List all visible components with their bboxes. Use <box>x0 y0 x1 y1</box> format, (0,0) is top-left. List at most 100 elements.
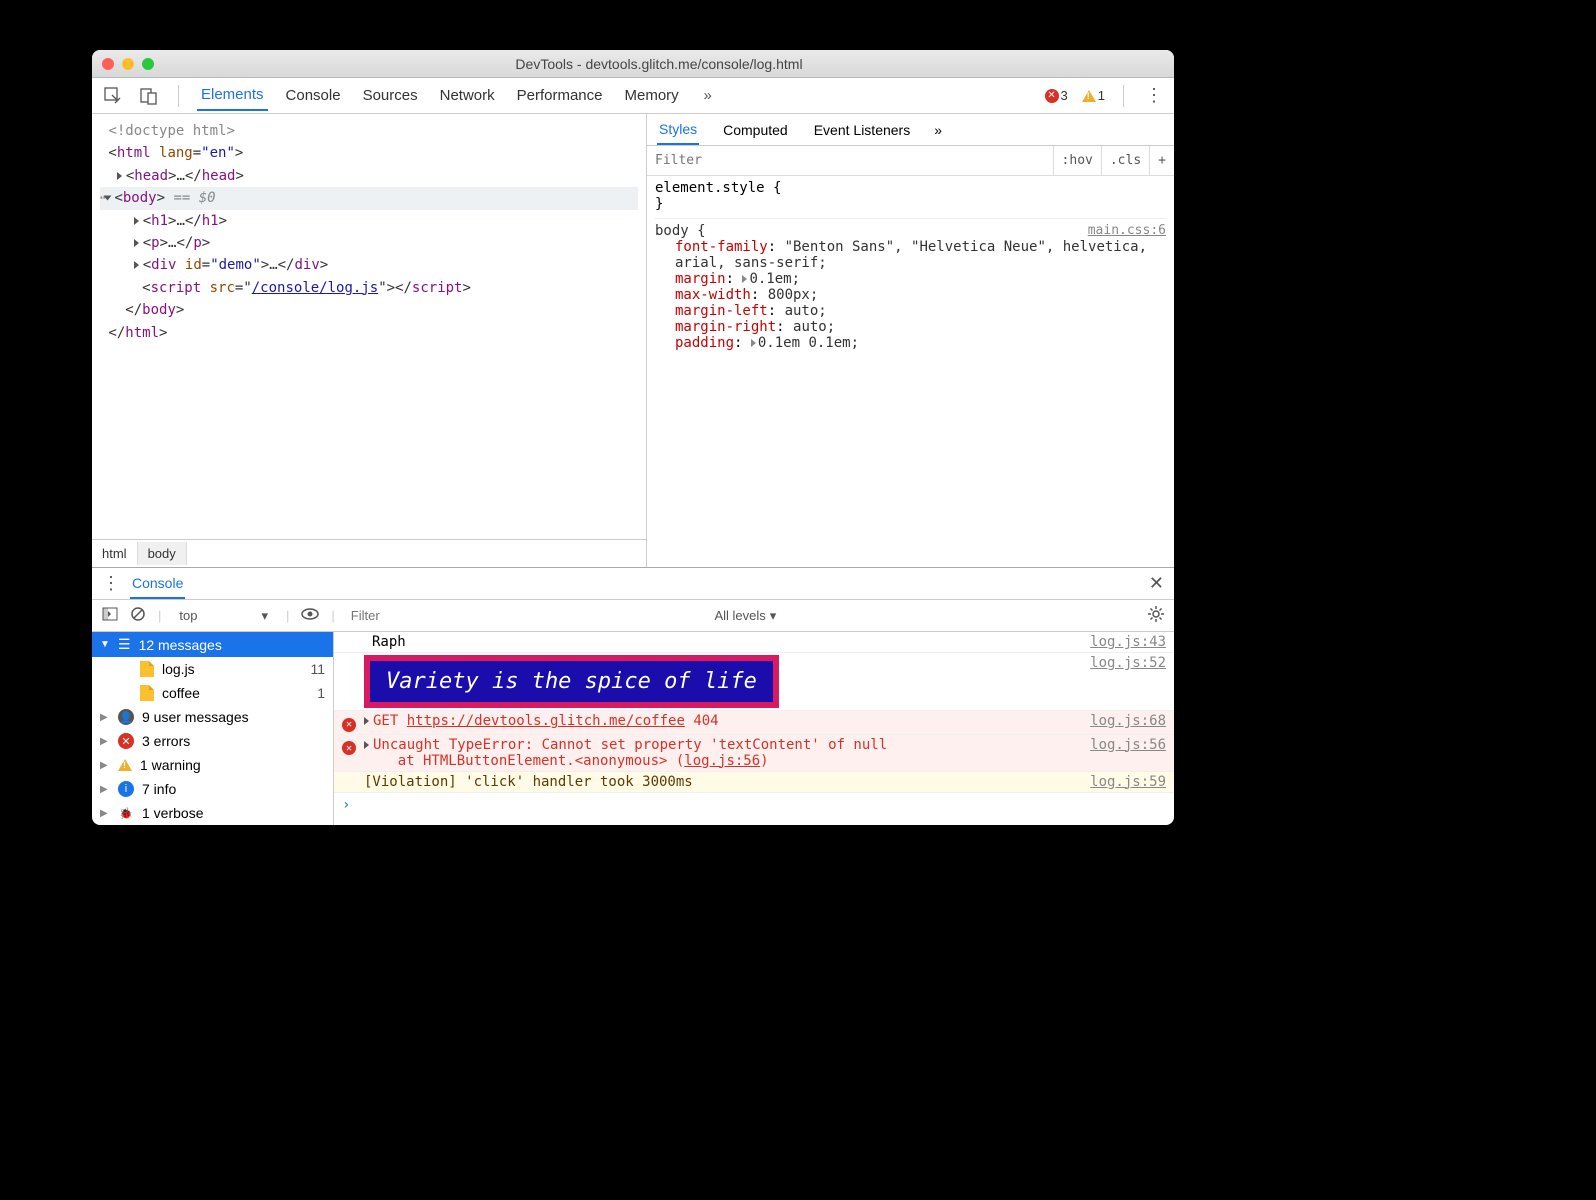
expand-icon[interactable] <box>134 239 139 247</box>
log-row-styled: Variety is the spice of life log.js:52 <box>334 653 1174 711</box>
source-link[interactable]: log.js:59 <box>1080 774 1166 790</box>
tab-console[interactable]: Console <box>282 81 345 110</box>
settings-menu-icon[interactable]: ⋮ <box>1142 85 1164 107</box>
styles-filter-input[interactable] <box>647 149 1053 172</box>
sidebar-file-item[interactable]: coffee 1 <box>92 681 333 705</box>
selected-element[interactable]: ⋯<body> == $0 <box>100 187 638 209</box>
console-drawer: ⋮ Console ✕ | top▾ | | All levels ▾ ▼ ☰ … <box>92 567 1174 825</box>
warning-count: 1 <box>1098 88 1105 103</box>
hov-toggle[interactable]: :hov <box>1053 146 1101 175</box>
error-icon: ✕ <box>118 733 134 749</box>
sidebar-group-errors[interactable]: ▶✕ 3 errors <box>92 729 333 753</box>
more-subtabs-icon[interactable]: » <box>934 122 942 138</box>
source-link[interactable]: log.js:68 <box>1080 713 1166 729</box>
cls-toggle[interactable]: .cls <box>1101 146 1149 175</box>
close-drawer-icon[interactable]: ✕ <box>1149 573 1164 594</box>
info-icon: i <box>118 781 134 797</box>
inspect-icon[interactable] <box>102 85 124 107</box>
error-badge[interactable]: ✕ 3 <box>1045 88 1068 103</box>
clear-console-icon[interactable] <box>130 606 146 625</box>
close-window-button[interactable] <box>102 58 114 70</box>
sidebar-file-item[interactable]: log.js 11 <box>92 657 333 681</box>
live-expression-icon[interactable] <box>301 608 319 623</box>
log-row: Raph log.js:43 <box>334 632 1174 653</box>
source-link[interactable]: log.js:56 <box>1080 737 1166 753</box>
expand-icon[interactable] <box>117 172 122 180</box>
console-filter-input[interactable] <box>347 604 697 627</box>
log-row-violation: [Violation] 'click' handler took 3000ms … <box>334 772 1174 793</box>
elements-pane: <!doctype html> <html lang="en"> <head>…… <box>92 114 647 567</box>
main-toolbar: Elements Console Sources Network Perform… <box>92 78 1174 114</box>
sidebar-group-warnings[interactable]: ▶ 1 warning <box>92 753 333 777</box>
styles-rules[interactable]: element.style { } main.css:6 body { font… <box>647 176 1174 567</box>
source-file-link[interactable]: main.css:6 <box>1088 223 1166 238</box>
console-main: ▼ ☰ 12 messages log.js 11 coffee 1 ▶👤 9 … <box>92 632 1174 825</box>
log-row-error: ✕ GET https://devtools.glitch.me/coffee … <box>334 711 1174 735</box>
tab-network[interactable]: Network <box>436 81 499 110</box>
error-icon: ✕ <box>1045 89 1059 103</box>
file-icon <box>140 661 154 677</box>
styled-log: Variety is the spice of life <box>364 655 779 708</box>
devtools-window: DevTools - devtools.glitch.me/console/lo… <box>92 50 1174 825</box>
user-icon: 👤 <box>118 709 134 725</box>
drawer-tab-console[interactable]: Console <box>130 569 185 599</box>
window-title: DevTools - devtools.glitch.me/console/lo… <box>154 56 1164 72</box>
styles-filter-row: :hov .cls + <box>647 146 1174 176</box>
minimize-window-button[interactable] <box>122 58 134 70</box>
list-icon: ☰ <box>118 636 131 653</box>
warning-badge[interactable]: 1 <box>1082 88 1105 103</box>
more-tabs-icon[interactable]: » <box>697 85 719 107</box>
main-panes: <!doctype html> <html lang="en"> <head>…… <box>92 114 1174 567</box>
element-style-close: } <box>655 196 1166 212</box>
divider <box>178 85 179 107</box>
error-icon: ✕ <box>342 718 356 732</box>
file-icon <box>140 685 154 701</box>
crumb-html[interactable]: html <box>92 542 138 565</box>
doctype: <!doctype html> <box>108 123 234 139</box>
tab-event-listeners[interactable]: Event Listeners <box>812 116 913 144</box>
crumb-body[interactable]: body <box>138 542 187 565</box>
error-count: 3 <box>1061 88 1068 103</box>
context-selector[interactable]: top▾ <box>173 606 274 626</box>
tab-computed[interactable]: Computed <box>721 116 790 144</box>
console-sidebar: ▼ ☰ 12 messages log.js 11 coffee 1 ▶👤 9 … <box>92 632 334 825</box>
sidebar-group-user[interactable]: ▶👤 9 user messages <box>92 705 333 729</box>
console-prompt[interactable]: › <box>334 793 1174 817</box>
source-link[interactable]: log.js:52 <box>1080 655 1166 671</box>
collapse-icon[interactable] <box>104 196 112 201</box>
expand-shorthand-icon[interactable] <box>742 275 747 283</box>
console-settings-icon[interactable] <box>1148 606 1164 625</box>
tab-performance[interactable]: Performance <box>513 81 607 110</box>
bug-icon: 🐞 <box>118 805 134 821</box>
error-icon: ✕ <box>342 741 356 755</box>
device-toggle-icon[interactable] <box>138 85 160 107</box>
console-toolbar: | top▾ | | All levels ▾ <box>92 600 1174 632</box>
warning-icon <box>118 759 132 771</box>
new-rule-button[interactable]: + <box>1149 146 1174 175</box>
tab-memory[interactable]: Memory <box>621 81 683 110</box>
tab-sources[interactable]: Sources <box>359 81 422 110</box>
zoom-window-button[interactable] <box>142 58 154 70</box>
sidebar-group-info[interactable]: ▶i 7 info <box>92 777 333 801</box>
drawer-menu-icon[interactable]: ⋮ <box>102 573 118 594</box>
dom-tree[interactable]: <!doctype html> <html lang="en"> <head>…… <box>92 114 646 539</box>
url-link[interactable]: https://devtools.glitch.me/coffee <box>407 713 685 729</box>
expand-icon[interactable] <box>134 217 139 225</box>
tab-elements[interactable]: Elements <box>197 80 268 111</box>
expand-icon[interactable] <box>364 717 369 725</box>
source-link[interactable]: log.js:56 <box>684 753 760 769</box>
tab-styles[interactable]: Styles <box>657 115 699 145</box>
expand-icon[interactable] <box>364 741 369 749</box>
source-link[interactable]: log.js:43 <box>1080 634 1166 650</box>
script-src-link[interactable]: /console/log.js <box>252 280 378 296</box>
console-log-area[interactable]: Raph log.js:43 Variety is the spice of l… <box>334 632 1174 825</box>
sidebar-group-verbose[interactable]: ▶🐞 1 verbose <box>92 801 333 825</box>
sidebar-toggle-icon[interactable] <box>102 606 118 625</box>
divider <box>1123 85 1124 107</box>
sidebar-head-messages[interactable]: ▼ ☰ 12 messages <box>92 632 333 657</box>
levels-selector[interactable]: All levels ▾ <box>708 606 782 626</box>
warning-icon <box>1082 90 1096 102</box>
expand-shorthand-icon[interactable] <box>751 339 756 347</box>
expand-icon[interactable] <box>134 261 139 269</box>
traffic-lights <box>102 58 154 70</box>
